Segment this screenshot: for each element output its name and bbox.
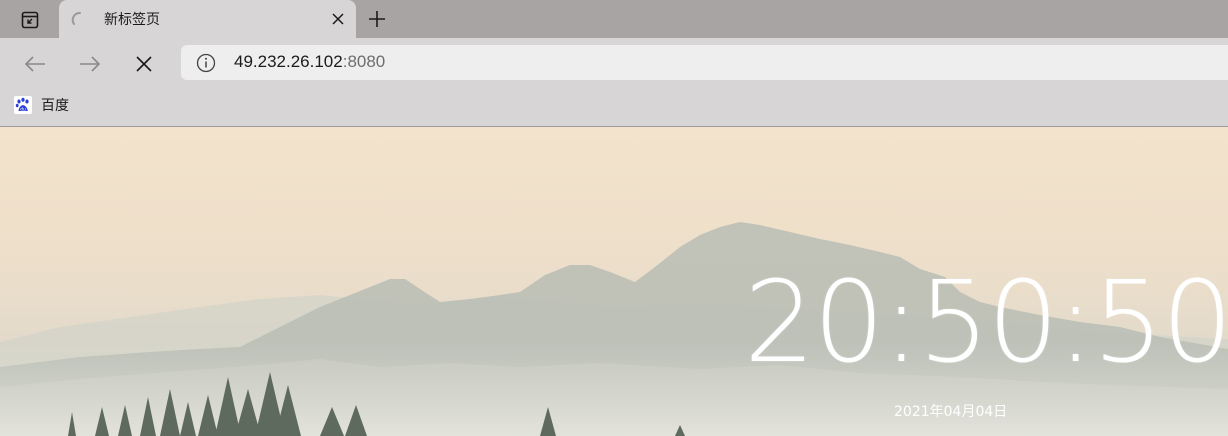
toolbar: 49.232.26.102:8080 [0,38,1228,88]
url-host: 49.232.26.102 [234,52,343,71]
tab-actions-icon [21,11,39,29]
bookmark-baidu[interactable]: du 百度 [14,91,69,119]
tab-actions-button[interactable] [8,6,52,34]
stop-button[interactable] [129,49,159,79]
info-icon[interactable] [196,53,216,73]
tab-active[interactable]: 新标签页 [59,0,356,38]
bookmarks-bar: du 百度 [0,88,1228,127]
forward-button[interactable] [75,49,105,79]
url-port: :8080 [342,52,386,71]
back-button[interactable] [20,49,50,79]
stop-x-icon [136,56,152,72]
arrow-right-icon [80,56,101,72]
url-text[interactable]: 49.232.26.102:8080 [234,52,385,72]
arrow-left-icon [24,56,45,72]
plus-icon [369,11,385,27]
svg-text:du: du [20,107,26,113]
address-bar[interactable]: 49.232.26.102:8080 [181,45,1228,80]
tab-strip: 新标签页 [0,0,1228,38]
new-tab-button[interactable] [364,6,390,32]
tab-close-button[interactable] [328,9,348,29]
clock-time: 20:50:50 [744,258,1228,388]
loading-spinner-icon [71,12,81,25]
bookmark-label: 百度 [41,98,69,114]
close-icon [332,13,344,25]
tab-title: 新标签页 [104,12,160,28]
clock-date: 2021年04月04日 [894,404,1008,420]
baidu-paw-icon: du [14,96,32,114]
new-tab-page: 20:50:50 2021年04月04日 [0,127,1228,436]
